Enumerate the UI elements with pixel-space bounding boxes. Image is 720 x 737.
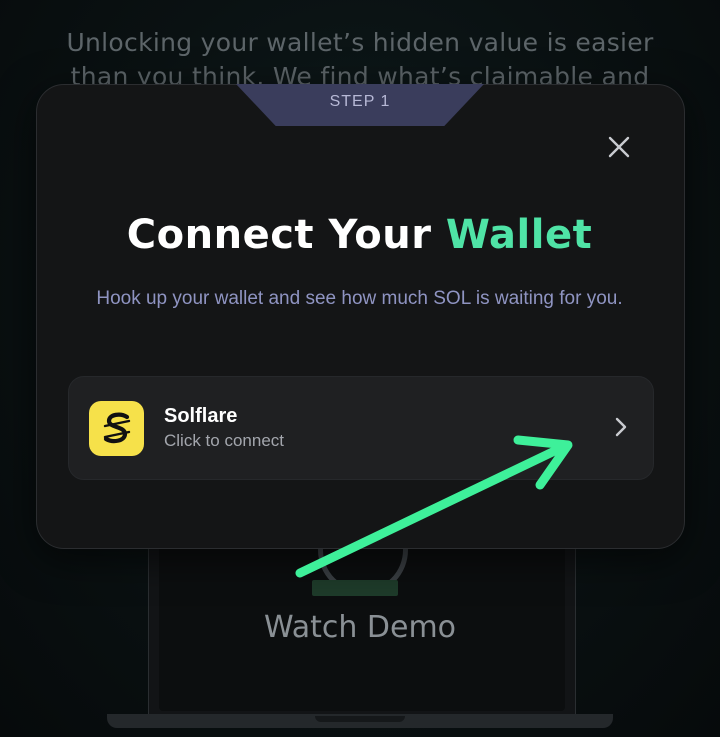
solflare-logo-icon (89, 401, 144, 456)
step-tab: STEP 1 (236, 84, 484, 126)
step-label: STEP 1 (329, 93, 391, 110)
modal-subtitle: Hook up your wallet and see how much SOL… (96, 288, 623, 309)
wallet-name: Solflare (164, 405, 238, 427)
wallet-option-solflare[interactable]: Solflare Click to connect (68, 376, 654, 480)
wallet-status: Click to connect (164, 431, 284, 450)
watch-demo-label[interactable]: Watch Demo (0, 610, 720, 645)
close-button[interactable] (600, 128, 638, 166)
title-accent: Wallet (445, 212, 593, 258)
headline-line-1: Unlocking your wallet’s hidden value is … (66, 28, 654, 57)
modal-title: Connect Your Wallet (36, 212, 683, 258)
close-icon (608, 136, 630, 158)
laptop-notch (315, 716, 405, 722)
title-main: Connect Your (126, 212, 446, 258)
demo-connect-button-preview (312, 580, 398, 596)
chevron-right-icon (615, 417, 627, 437)
